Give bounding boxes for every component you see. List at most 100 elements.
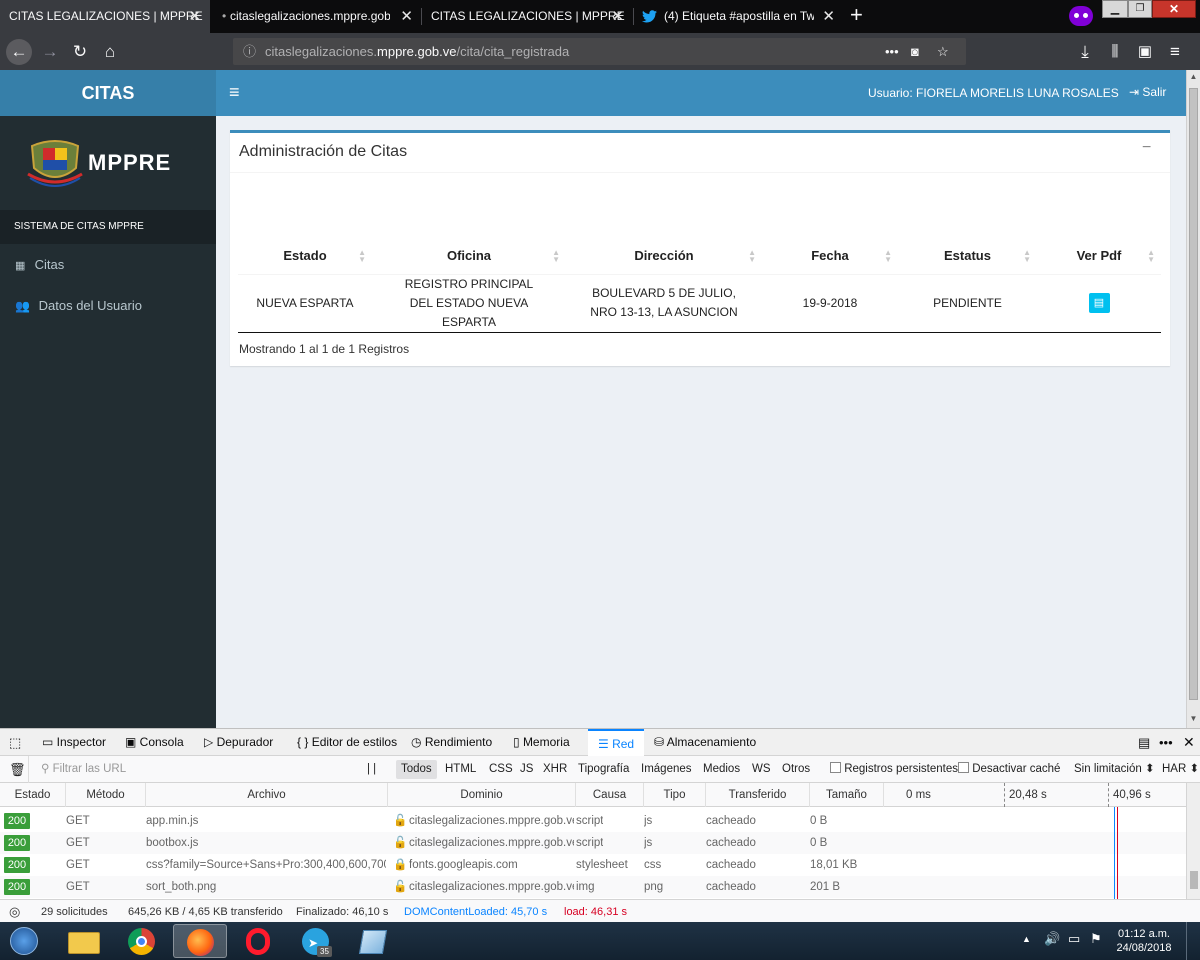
app-logo[interactable]: CITAS [0, 70, 216, 116]
chrome-icon[interactable] [115, 924, 169, 958]
start-button[interactable] [4, 924, 44, 958]
url-bar[interactable]: ⓘ citaslegalizaciones.mppre.gob.ve/cita/… [233, 38, 966, 65]
scroll-up-arrow-icon[interactable]: ▲ [1187, 72, 1200, 81]
request-row[interactable]: 200 GET bootbox.js 🔓 citaslegalizaciones… [0, 832, 1186, 854]
sidebar-toggle-icon[interactable]: ▣ [1132, 39, 1158, 65]
header-dominio[interactable]: Dominio [388, 783, 576, 807]
back-button[interactable]: ← [6, 39, 32, 65]
page-scrollbar[interactable]: ▲ ▼ [1186, 70, 1200, 728]
har-select[interactable]: HAR ⬍ [1162, 756, 1199, 783]
sidebar-toggle-hamburger-icon[interactable]: ≡ [229, 82, 240, 102]
column-header-ver-pdf[interactable]: Ver Pdf ▲ ▼ [1037, 238, 1161, 275]
tab-citaslegalizaciones[interactable]: • citaslegalizaciones.mppre.gob.ve ✕ [212, 0, 422, 33]
menu-hamburger-icon[interactable]: ≡ [1162, 39, 1188, 65]
info-icon[interactable]: ⓘ [243, 38, 256, 65]
filter-todos[interactable]: Todos [396, 760, 437, 779]
pause-button[interactable]: | | [367, 756, 376, 783]
close-tab-icon[interactable]: ✕ [188, 0, 201, 33]
scroll-down-arrow-icon[interactable]: ▼ [1187, 714, 1200, 723]
header-metodo[interactable]: Método [66, 783, 146, 807]
close-tab-icon[interactable]: ✕ [822, 0, 835, 33]
header-transferido[interactable]: Transferido [706, 783, 810, 807]
tab-rendimiento[interactable]: ◷ Rendimiento [411, 729, 492, 756]
column-header-direccion[interactable]: Dirección ▲ ▼ [566, 238, 762, 275]
persist-logs-checkbox[interactable]: Registros persistentes [830, 756, 958, 783]
tab-memoria[interactable]: ▯ Memoria [513, 729, 570, 756]
request-row[interactable]: 200 GET sort_both.png 🔓 citaslegalizacio… [0, 876, 1186, 898]
clear-trash-icon[interactable]: 🗑 [9, 756, 26, 783]
tab-depurador[interactable]: ▷ Depurador [204, 729, 273, 756]
header-tamano[interactable]: Tamaño [810, 783, 884, 807]
column-header-estatus[interactable]: Estatus ▲ ▼ [898, 238, 1037, 275]
tab-inspector[interactable]: ▭ Inspector [42, 729, 106, 756]
page-actions-icon[interactable]: ••• [885, 38, 899, 65]
show-desktop-button[interactable] [1186, 922, 1200, 960]
tab-citas-1[interactable]: CITAS LEGALIZACIONES | MPPRE ✕ [0, 0, 210, 33]
request-row[interactable]: 200 GET app.min.js 🔓 citaslegalizaciones… [0, 810, 1186, 832]
requests-scrollbar[interactable] [1186, 783, 1200, 899]
firefox-icon[interactable] [173, 924, 227, 958]
pdf-button[interactable]: ▤ [1088, 293, 1110, 313]
close-window-button[interactable]: ✕ [1152, 0, 1196, 18]
system-clock[interactable]: 01:12 a.m. 24/08/2018 [1112, 927, 1176, 955]
requests-scroll-thumb[interactable] [1190, 871, 1198, 889]
column-header-fecha[interactable]: Fecha ▲ ▼ [762, 238, 898, 275]
header-tipo[interactable]: Tipo [644, 783, 706, 807]
column-header-estado[interactable]: Estado ▲ ▼ [238, 238, 372, 275]
filter-js[interactable]: JS [520, 756, 533, 783]
logout-button[interactable]: ⇥ Salir [1129, 85, 1166, 99]
tab-twitter[interactable]: (4) Etiqueta #apostilla en Twitter ✕ [634, 0, 844, 33]
close-devtools-icon[interactable]: ✕ [1183, 729, 1195, 756]
request-transferred: cacheado [706, 881, 756, 893]
volume-icon[interactable]: 🔊 [1044, 931, 1060, 947]
filter-tipografia[interactable]: Tipografía [578, 756, 629, 783]
filter-xhr[interactable]: XHR [543, 756, 567, 783]
sidebar-item-datos-usuario[interactable]: 👥 Datos del Usuario [0, 289, 216, 323]
filter-html[interactable]: HTML [445, 756, 476, 783]
filter-ws[interactable]: WS [752, 756, 771, 783]
element-picker-icon[interactable]: ⬚ [9, 729, 21, 756]
close-tab-icon[interactable]: ✕ [611, 0, 624, 33]
header-estado[interactable]: Estado [0, 783, 66, 807]
restore-window-button[interactable]: ❐ [1128, 0, 1152, 18]
show-hidden-icons-icon[interactable]: ▲ [1022, 934, 1031, 944]
performance-analysis-icon[interactable]: ◎ [9, 900, 20, 924]
new-tab-button[interactable]: + [850, 0, 866, 33]
filter-imagenes[interactable]: Imágenes [641, 756, 692, 783]
opera-icon[interactable] [231, 924, 285, 958]
collapse-box-button[interactable]: − [1142, 139, 1151, 157]
bookmark-star-icon[interactable]: ☆ [937, 38, 949, 65]
close-tab-icon[interactable]: ✕ [400, 0, 413, 33]
telegram-icon[interactable]: ➤ 35 [289, 924, 343, 958]
column-header-oficina[interactable]: Oficina ▲ ▼ [372, 238, 566, 275]
disable-cache-checkbox[interactable]: Desactivar caché [958, 756, 1060, 783]
minimize-window-button[interactable]: ▁ [1102, 0, 1128, 18]
network-status-icon[interactable]: ▭ [1068, 931, 1080, 947]
downloads-icon[interactable]: ⤓ [1072, 39, 1098, 65]
pocket-icon[interactable]: ◙ [911, 38, 919, 65]
notes-app-icon[interactable] [347, 924, 401, 958]
filter-medios[interactable]: Medios [703, 756, 740, 783]
home-button[interactable]: ⌂ [97, 39, 123, 65]
request-row[interactable]: 200 GET css?family=Source+Sans+Pro:300,4… [0, 854, 1186, 876]
reload-button[interactable]: ↻ [67, 39, 93, 65]
scroll-thumb[interactable] [1189, 88, 1198, 700]
dock-toggle-icon[interactable]: ▤ [1138, 729, 1150, 756]
header-archivo[interactable]: Archivo [146, 783, 388, 807]
header-causa[interactable]: Causa [576, 783, 644, 807]
more-options-icon[interactable]: ••• [1159, 729, 1173, 756]
filter-otros[interactable]: Otros [782, 756, 810, 783]
file-explorer-icon[interactable] [57, 924, 111, 958]
action-center-flag-icon[interactable]: ⚑ [1090, 931, 1102, 947]
forward-button[interactable]: → [37, 39, 63, 65]
tab-citas-2[interactable]: CITAS LEGALIZACIONES | MPPRE ✕ [422, 0, 633, 33]
filter-url-input[interactable]: ⚲ Filtrar las URL [41, 756, 126, 783]
sidebar-item-citas[interactable]: ▦ Citas [0, 248, 216, 282]
tab-almacenamiento[interactable]: ⛁ Almacenamiento [654, 729, 756, 756]
library-icon[interactable]: ⫼ [1102, 39, 1128, 65]
tab-consola[interactable]: ▣ Consola [125, 729, 184, 756]
tab-red[interactable]: ☰ Red [588, 729, 645, 757]
filter-css[interactable]: CSS [489, 756, 513, 783]
throttle-select[interactable]: Sin limitación ⬍ [1074, 756, 1155, 783]
tab-editor-estilos[interactable]: { } Editor de estilos [297, 729, 397, 756]
